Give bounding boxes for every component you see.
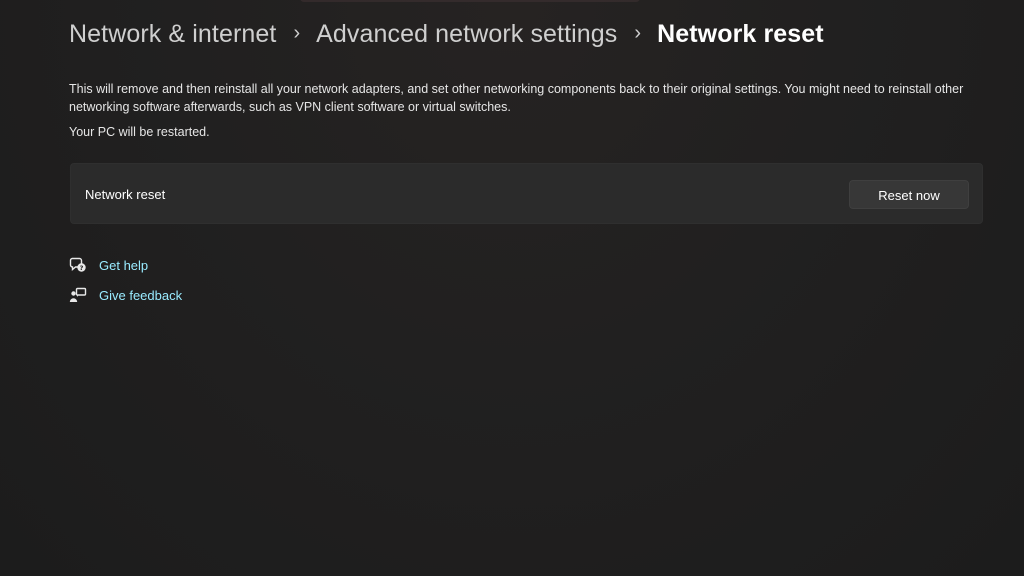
settings-page: Network & internet › Advanced network se… bbox=[0, 0, 1024, 576]
breadcrumb: Network & internet › Advanced network se… bbox=[69, 16, 824, 52]
get-help-icon: ? bbox=[69, 256, 87, 274]
give-feedback-label: Give feedback bbox=[99, 287, 183, 303]
breadcrumb-chevron-icon: › bbox=[293, 21, 301, 44]
reset-now-button[interactable]: Reset now bbox=[849, 180, 969, 209]
window-edge-highlight bbox=[300, 0, 640, 2]
breadcrumb-network-internet[interactable]: Network & internet bbox=[69, 20, 276, 49]
breadcrumb-chevron-icon: › bbox=[634, 21, 642, 44]
restart-note: Your PC will be restarted. bbox=[69, 125, 210, 139]
get-help-label: Get help bbox=[99, 257, 149, 273]
give-feedback-icon bbox=[69, 286, 87, 304]
reset-description: This will remove and then reinstall all … bbox=[69, 81, 964, 115]
breadcrumb-advanced-network-settings[interactable]: Advanced network settings bbox=[316, 20, 617, 49]
network-reset-label: Network reset bbox=[85, 187, 166, 202]
page-title: Network reset bbox=[657, 19, 824, 48]
svg-text:?: ? bbox=[80, 264, 84, 272]
give-feedback-link[interactable]: Give feedback bbox=[69, 282, 182, 308]
help-links: ? Get help Give feedback bbox=[69, 252, 182, 312]
get-help-link[interactable]: ? Get help bbox=[69, 252, 182, 278]
network-reset-card: Network reset Reset now bbox=[70, 163, 983, 224]
